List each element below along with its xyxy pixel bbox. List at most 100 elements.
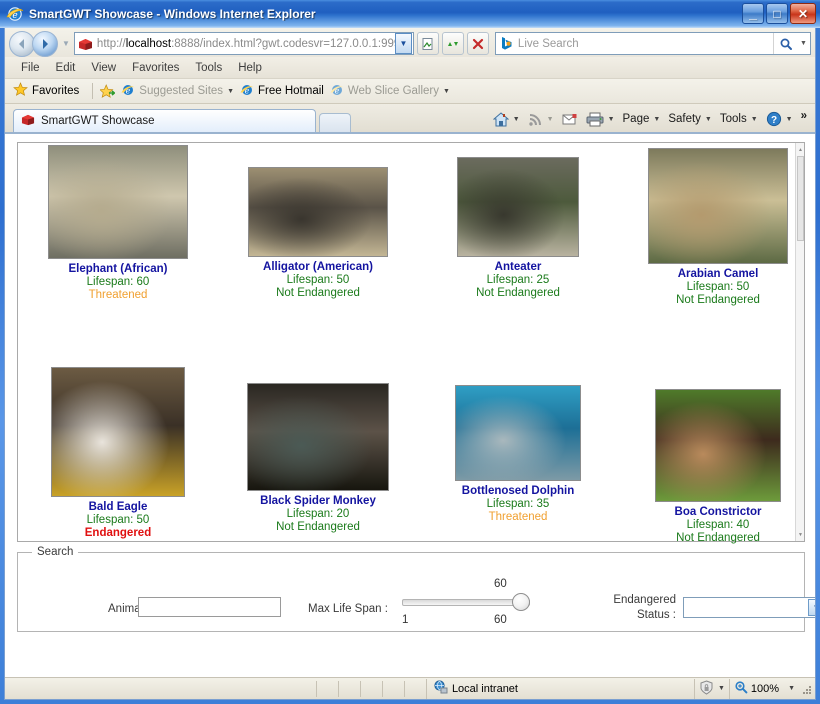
scroll-down-icon[interactable]: ▼ — [796, 529, 805, 540]
gallery-scrollbar[interactable]: ▲ ▼ — [795, 143, 804, 541]
home-button[interactable]: ▼ — [489, 110, 524, 129]
slider-max-label: 60 — [494, 614, 507, 626]
search-icon[interactable] — [773, 33, 797, 54]
menu-item-tools[interactable]: Tools — [187, 60, 230, 76]
security-zone-indicator[interactable]: Local intranet — [425, 678, 524, 699]
maximize-button[interactable]: □ — [766, 3, 788, 24]
menu-item-help[interactable]: Help — [230, 60, 270, 76]
refresh-button[interactable] — [441, 32, 464, 55]
animal-photo[interactable] — [51, 367, 185, 497]
internet-explorer-icon: e — [121, 83, 135, 100]
search-form-panel: Search Animal : Max Life Span : 60 1 60 … — [17, 546, 815, 632]
stop-button[interactable] — [466, 32, 489, 55]
favorites-item-free-hotmail[interactable]: e Free Hotmail — [240, 83, 324, 100]
slider-thumb[interactable] — [512, 593, 530, 611]
endangered-status-select[interactable]: ▼ — [683, 597, 815, 618]
animal-tile[interactable]: Elephant (African) Lifespan: 60 Threatened — [23, 145, 213, 330]
minimize-button[interactable]: _ — [742, 3, 764, 24]
chevron-down-icon[interactable]: ▼ — [443, 88, 450, 95]
animal-tile[interactable]: Arabian Camel Lifespan: 50 Not Endangered — [623, 148, 813, 333]
tools-menu-button[interactable]: Tools ▼ — [716, 111, 762, 127]
chevron-down-icon[interactable]: ▼ — [718, 685, 725, 692]
chevron-down-icon[interactable]: ▼ — [513, 116, 520, 123]
animal-tile[interactable]: Bottlenosed Dolphin Lifespan: 35 Threatene… — [423, 385, 613, 570]
svg-text:e: e — [12, 11, 17, 21]
compatibility-view-button[interactable] — [416, 32, 439, 55]
animal-tile[interactable]: Black Spider Monkey Lifespan: 20 Not Endan… — [223, 383, 413, 568]
menu-item-view[interactable]: View — [83, 60, 124, 76]
chevron-down-icon[interactable]: ▼ — [808, 599, 815, 616]
animal-photo[interactable] — [648, 148, 788, 264]
resize-grip[interactable] — [799, 682, 813, 696]
tab-smartgwt-showcase[interactable]: SmartGWT Showcase — [13, 109, 316, 132]
add-to-favorites-bar-icon[interactable] — [100, 83, 116, 99]
browser-chrome: ▼ http://localhost:8888/index.html?gwt.c… — [4, 28, 816, 700]
animal-tile[interactable]: Anteater Lifespan: 25 Not Endangered — [423, 157, 613, 342]
animal-lifespan: Lifespan: 25 — [486, 274, 550, 286]
animal-status-badge: Not Endangered — [676, 532, 760, 544]
address-dropdown-icon[interactable]: ▼ — [394, 33, 412, 54]
chevron-down-icon[interactable]: ▼ — [751, 116, 758, 123]
address-bar[interactable]: http://localhost:8888/index.html?gwt.cod… — [73, 32, 414, 55]
scrollbar-thumb[interactable] — [797, 156, 804, 241]
page-menu-button[interactable]: Page ▼ — [619, 111, 665, 127]
search-bar[interactable]: Live Search ▼ — [494, 32, 811, 55]
chevron-down-icon[interactable]: ▼ — [547, 116, 554, 123]
animal-photo[interactable] — [247, 383, 389, 491]
favorites-item-web-slice-gallery[interactable]: e Web Slice Gallery ▼ — [330, 83, 450, 100]
close-button[interactable]: ✕ — [790, 3, 816, 24]
safety-menu-button[interactable]: Safety ▼ — [664, 111, 716, 127]
animal-name: Boa Constrictor — [674, 506, 762, 518]
animal-photo[interactable] — [655, 389, 781, 502]
favorites-item-suggested-sites[interactable]: e Suggested Sites ▼ — [121, 83, 234, 100]
help-button[interactable]: ? ▼ — [762, 109, 797, 129]
tab-bar: SmartGWT Showcase ▼ ▼ ▼ Page ▼ Safety ▼ … — [5, 104, 815, 132]
slider-track[interactable] — [402, 599, 530, 606]
animal-tile[interactable]: Bald Eagle Lifespan: 50 Endangered — [23, 367, 213, 552]
animal-name: Anteater — [494, 261, 542, 273]
command-bar-overflow-button[interactable]: » — [797, 108, 811, 130]
animal-tile[interactable]: Boa Constrictor Lifespan: 40 Not Endangere… — [623, 389, 813, 574]
animal-tile[interactable]: Alligator (American) Lifespan: 50 Not Enda… — [223, 167, 413, 352]
animal-name: Elephant (African) — [68, 263, 168, 275]
chevron-down-icon[interactable]: ▼ — [653, 116, 660, 123]
animal-photo[interactable] — [455, 385, 581, 481]
chevron-down-icon[interactable]: ▼ — [608, 116, 615, 123]
animal-status-badge: Not Endangered — [276, 521, 360, 533]
endangered-status-label: Endangered Status : — [596, 593, 676, 623]
bing-icon — [499, 36, 514, 51]
recent-pages-dropdown-icon[interactable]: ▼ — [62, 39, 70, 48]
menu-item-file[interactable]: File — [13, 60, 48, 76]
menu-bar: File Edit View Favorites Tools Help — [5, 57, 815, 79]
animal-photo[interactable] — [248, 167, 388, 257]
chevron-down-icon[interactable]: ▼ — [788, 685, 795, 692]
protected-mode-indicator[interactable]: ▼ — [693, 678, 729, 699]
tools-menu-label: Tools — [719, 113, 747, 125]
chevron-down-icon[interactable]: ▼ — [786, 116, 793, 123]
favorites-button[interactable]: Favorites — [13, 82, 79, 100]
read-mail-button[interactable] — [558, 111, 582, 128]
star-icon — [13, 82, 28, 100]
max-life-span-slider[interactable]: 60 1 60 — [402, 578, 530, 626]
tab-favicon — [21, 113, 35, 129]
new-tab-button[interactable] — [319, 113, 351, 132]
window-buttons: _ □ ✕ — [742, 3, 816, 24]
animal-photo[interactable] — [457, 157, 579, 257]
internet-explorer-icon: e — [6, 5, 24, 23]
chevron-down-icon[interactable]: ▼ — [227, 88, 234, 95]
chevron-down-icon[interactable]: ▼ — [705, 116, 712, 123]
zoom-indicator[interactable]: 100% ▼ — [728, 678, 799, 699]
animal-input[interactable] — [138, 597, 281, 617]
menu-item-favorites[interactable]: Favorites — [124, 60, 187, 76]
animal-photo[interactable] — [48, 145, 188, 259]
address-url-text: http://localhost:8888/index.html?gwt.cod… — [96, 37, 395, 50]
favorites-item-label: Suggested Sites — [139, 85, 224, 97]
menu-item-edit[interactable]: Edit — [48, 60, 84, 76]
feeds-button[interactable]: ▼ — [524, 110, 558, 129]
print-button[interactable]: ▼ — [582, 110, 619, 129]
scroll-up-icon[interactable]: ▲ — [796, 144, 805, 155]
status-cell — [315, 680, 338, 697]
search-dropdown-icon[interactable]: ▼ — [797, 33, 810, 54]
internet-explorer-icon: e — [330, 83, 344, 100]
forward-button[interactable] — [32, 30, 58, 57]
